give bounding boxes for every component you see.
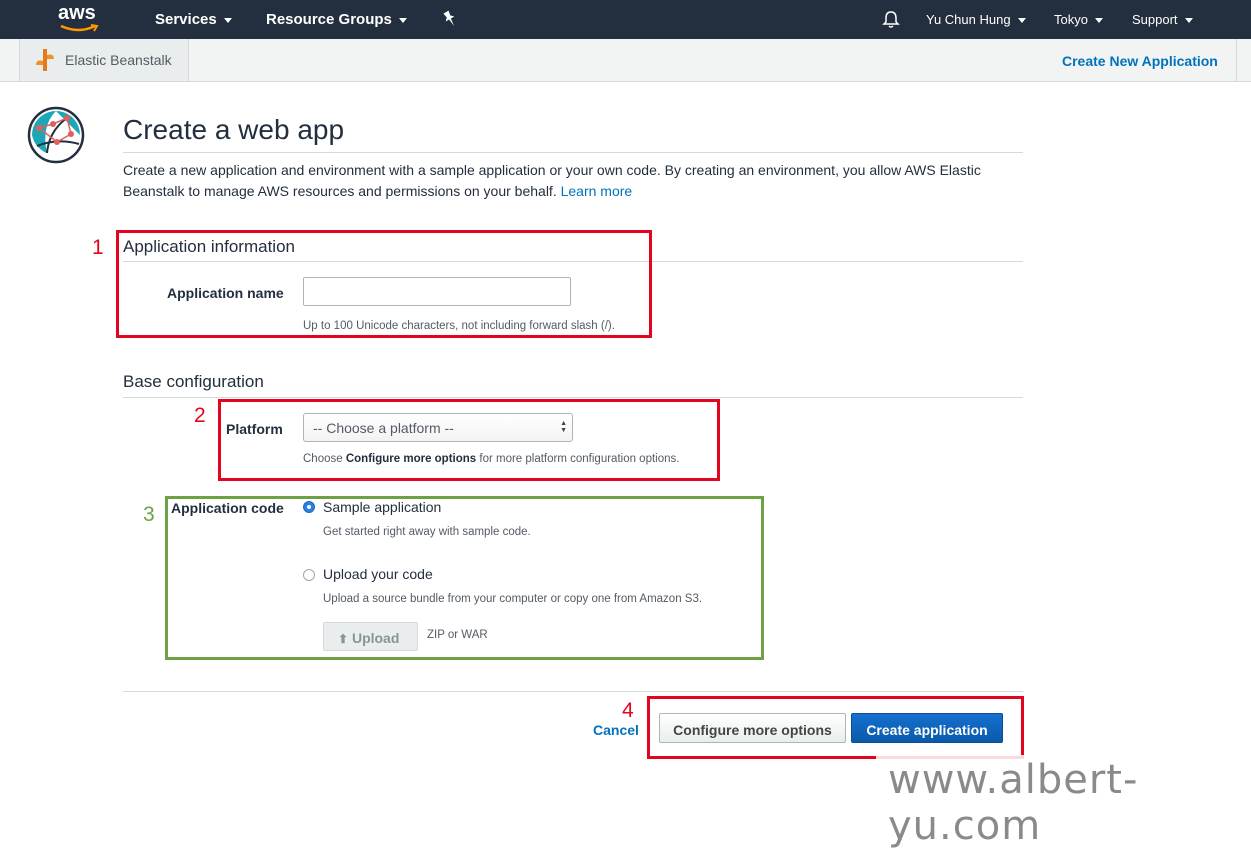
annotation-box-2	[218, 399, 720, 481]
aws-logo[interactable]: aws	[58, 2, 102, 36]
aws-logo-text: aws	[58, 2, 96, 24]
learn-more-link[interactable]: Learn more	[561, 183, 633, 199]
service-sub-bar: Elastic Beanstalk Create New Application	[0, 39, 1251, 82]
region-name: Tokyo	[1054, 12, 1088, 27]
annotation-number-1: 1	[92, 236, 104, 259]
resource-groups-menu[interactable]: Resource Groups	[266, 11, 407, 28]
watermark: www.albert-yu.com	[876, 755, 1251, 849]
annotation-box-1	[116, 230, 652, 338]
pin-icon[interactable]	[442, 10, 458, 33]
user-menu[interactable]: Yu Chun Hung	[926, 12, 1026, 27]
description-text: Create a new application and environment…	[123, 162, 981, 199]
bell-icon[interactable]	[882, 10, 900, 34]
base-configuration-heading: Base configuration	[123, 372, 264, 391]
top-navigation-bar: aws Services Resource Groups Yu Chun Hun…	[0, 0, 1251, 39]
annotation-number-2: 2	[194, 404, 206, 427]
elastic-beanstalk-icon	[36, 49, 54, 71]
chevron-down-icon	[398, 17, 407, 23]
annotation-box-4	[647, 696, 1024, 759]
section-divider	[123, 397, 1023, 398]
services-menu[interactable]: Services	[155, 11, 232, 28]
chevron-down-icon	[1094, 18, 1103, 24]
chevron-down-icon	[1017, 18, 1026, 24]
region-menu[interactable]: Tokyo	[1054, 12, 1103, 27]
page-description: Create a new application and environment…	[123, 160, 1013, 202]
create-new-application-link[interactable]: Create New Application	[1062, 53, 1218, 69]
annotation-number-4: 4	[622, 699, 634, 722]
elastic-beanstalk-home-link[interactable]: Elastic Beanstalk	[19, 39, 189, 81]
support-label: Support	[1132, 12, 1178, 27]
actions-divider	[123, 691, 1023, 692]
title-divider	[123, 152, 1023, 153]
service-name: Elastic Beanstalk	[65, 52, 172, 68]
services-label: Services	[155, 11, 217, 28]
aws-smile-icon	[60, 24, 99, 32]
annotation-number-3: 3	[143, 503, 155, 526]
right-divider	[1236, 39, 1237, 81]
chevron-down-icon	[1184, 18, 1193, 24]
annotation-box-3	[165, 496, 764, 660]
cancel-link[interactable]: Cancel	[593, 722, 639, 738]
chevron-down-icon	[223, 17, 232, 23]
user-name: Yu Chun Hung	[926, 12, 1011, 27]
web-app-icon	[27, 106, 85, 169]
page-title: Create a web app	[123, 114, 345, 145]
support-menu[interactable]: Support	[1132, 12, 1193, 27]
resource-groups-label: Resource Groups	[266, 11, 392, 28]
